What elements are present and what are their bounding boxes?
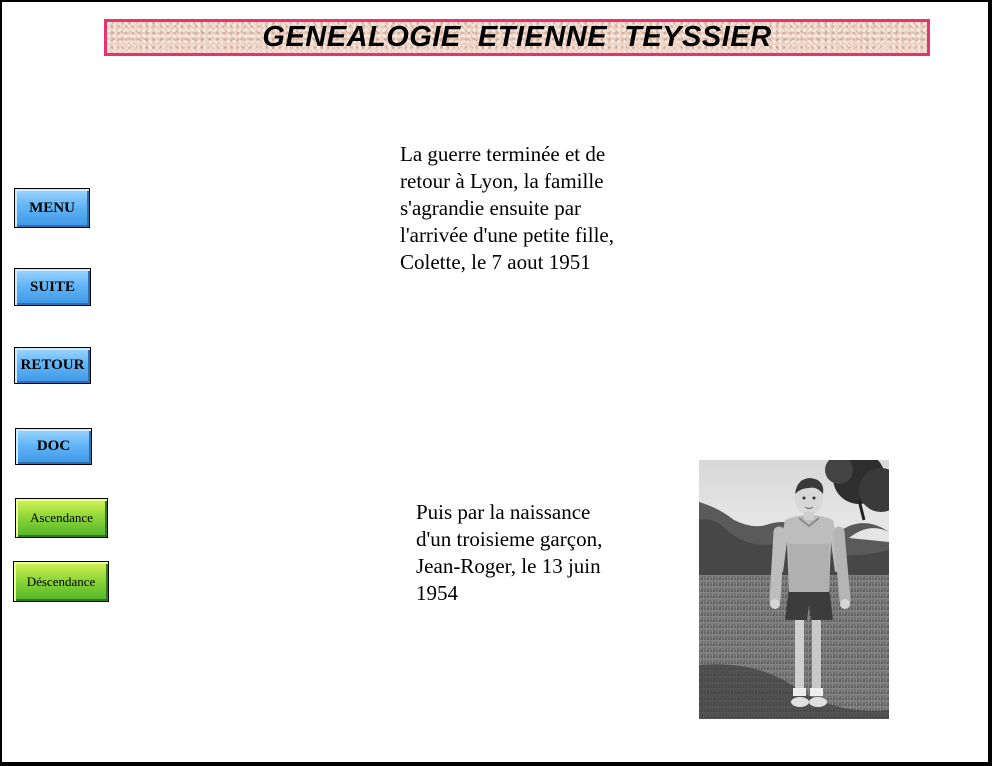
doc-button[interactable]: DOC bbox=[15, 428, 92, 465]
suite-button[interactable]: SUITE bbox=[14, 268, 91, 306]
menu-button[interactable]: MENU bbox=[14, 188, 90, 228]
paragraph-daughter-birth: La guerre terminée et de retour à Lyon, … bbox=[400, 142, 614, 274]
page-frame: GENEALOGIE ETIENNE TEYSSIER MENU SUITE R… bbox=[0, 0, 992, 766]
page-title: GENEALOGIE ETIENNE TEYSSIER bbox=[262, 21, 772, 53]
paragraph-son-birth: Puis par la naissance d'un troisieme gar… bbox=[416, 500, 603, 605]
retour-button[interactable]: RETOUR bbox=[14, 347, 91, 384]
ascendance-button[interactable]: Ascendance bbox=[15, 498, 108, 538]
title-banner: GENEALOGIE ETIENNE TEYSSIER bbox=[104, 19, 930, 56]
descendance-button[interactable]: Déscendance bbox=[13, 561, 109, 602]
boy-photo bbox=[699, 460, 889, 719]
boy-standing-photo-image bbox=[699, 460, 889, 719]
